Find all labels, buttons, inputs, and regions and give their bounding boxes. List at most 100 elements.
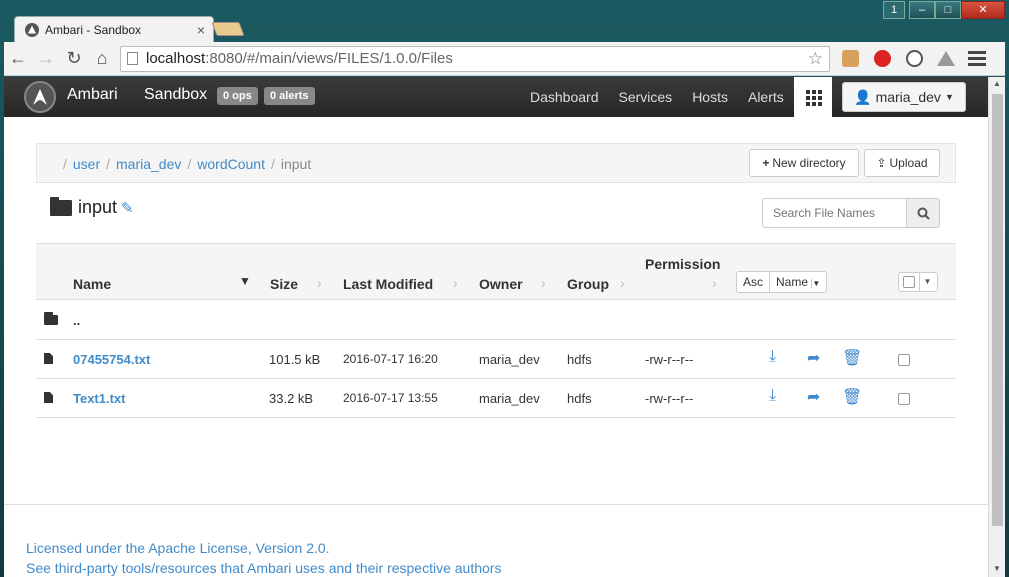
browser-menu-icon[interactable] — [968, 51, 986, 66]
search-button[interactable] — [907, 198, 940, 228]
search-input[interactable] — [762, 198, 907, 228]
url-host: localhost — [146, 50, 206, 67]
table-row[interactable]: Text1.txt 33.2 kB 2016-07-17 13:55 maria… — [36, 379, 956, 418]
ambari-navbar: Ambari Sandbox 0 ops 0 alerts Dashboard … — [4, 77, 988, 117]
folder-icon — [50, 196, 72, 216]
chevron-right-icon[interactable]: › — [541, 275, 546, 291]
nav-dashboard[interactable]: Dashboard — [520, 77, 609, 117]
tab-strip: Ambari - Sandbox × 1 – □ ✕ — [0, 0, 1009, 42]
user-name: maria_dev — [875, 89, 941, 105]
file-icon — [44, 353, 53, 364]
sort-field-button[interactable]: Name ▼ — [769, 272, 826, 292]
cluster-name[interactable]: Sandbox — [144, 86, 207, 104]
views-grid-icon[interactable] — [794, 77, 832, 117]
scrollbar-thumb[interactable] — [992, 94, 1003, 526]
third-party-link[interactable]: See third-party tools/resources that Amb… — [26, 558, 501, 577]
sort-order-button[interactable]: Asc — [737, 272, 769, 292]
extension-icon-1[interactable] — [838, 47, 862, 71]
caret-down-icon[interactable]: ▼ — [919, 273, 935, 291]
chevron-right-icon[interactable]: › — [620, 275, 625, 291]
upload-icon: ⇪ — [876, 156, 887, 170]
row-checkbox[interactable] — [898, 354, 910, 366]
brand-name[interactable]: Ambari — [67, 86, 118, 104]
file-modified: 2016-07-17 13:55 — [343, 391, 438, 405]
move-icon[interactable]: ➦ — [807, 348, 820, 368]
file-group: hdfs — [567, 352, 592, 367]
drive-extension-icon[interactable] — [934, 47, 958, 71]
folder-header: input ✎ — [50, 196, 134, 218]
caret-down-icon: ▼ — [944, 92, 954, 102]
new-directory-label: New directory — [772, 156, 846, 170]
profile-badge[interactable]: 1 — [883, 1, 905, 19]
move-icon[interactable]: ➦ — [807, 387, 820, 407]
breadcrumb-user[interactable]: user — [73, 156, 100, 172]
browser-toolbar: ← → ↻ ⌂ localhost:8080/#/main/views/FILE… — [4, 42, 1005, 76]
footer: Licensed under the Apache License, Versi… — [26, 538, 501, 577]
minimize-icon[interactable]: – — [909, 1, 935, 19]
file-owner: maria_dev — [479, 391, 540, 406]
upload-button[interactable]: ⇪ Upload — [864, 149, 940, 177]
tab-title: Ambari - Sandbox — [45, 22, 142, 37]
chevron-right-icon[interactable]: › — [712, 275, 717, 291]
file-name[interactable]: Text1.txt — [73, 391, 126, 406]
trash-icon[interactable]: 🗑 — [842, 387, 862, 407]
nav-hosts[interactable]: Hosts — [682, 77, 738, 117]
bookmark-star-icon[interactable]: ☆ — [808, 49, 823, 69]
forward-arrow-icon[interactable]: → — [32, 45, 60, 73]
back-arrow-icon[interactable]: ← — [4, 45, 32, 73]
breadcrumb-wordcount[interactable]: wordCount — [197, 156, 265, 172]
table-row[interactable]: 07455754.txt 101.5 kB 2016-07-17 16:20 m… — [36, 340, 956, 379]
url-path: :8080/#/main/views/FILES/1.0.0/Files — [205, 50, 453, 67]
chevron-right-icon[interactable]: › — [317, 275, 322, 291]
nav-alerts[interactable]: Alerts — [738, 77, 794, 117]
edit-icon[interactable]: ✎ — [121, 199, 134, 217]
trash-icon[interactable]: 🗑 — [842, 348, 862, 368]
breadcrumb-maria-dev[interactable]: maria_dev — [116, 156, 181, 172]
col-group[interactable]: Group — [567, 276, 609, 292]
sync-extension-icon[interactable] — [902, 47, 926, 71]
window-controls: – □ ✕ — [909, 1, 1005, 19]
chevron-down-icon[interactable]: ▼ — [239, 274, 251, 288]
ops-badge[interactable]: 0 ops — [217, 87, 258, 105]
adblock-icon[interactable] — [870, 47, 894, 71]
search-box — [762, 198, 940, 228]
download-icon[interactable]: ⤓ — [769, 348, 776, 366]
new-tab-button[interactable] — [211, 22, 245, 36]
file-group: hdfs — [567, 391, 592, 406]
reload-icon[interactable]: ↻ — [60, 45, 88, 73]
search-icon — [917, 207, 930, 220]
select-all-checkbox[interactable] — [903, 276, 915, 288]
tab-close-icon[interactable]: × — [193, 22, 209, 38]
chevron-right-icon[interactable]: › — [453, 275, 458, 291]
maximize-icon[interactable]: □ — [935, 1, 961, 19]
scroll-down-icon[interactable]: ▼ — [993, 564, 1001, 573]
file-owner: maria_dev — [479, 352, 540, 367]
url-text[interactable]: localhost:8080/#/main/views/FILES/1.0.0/… — [146, 50, 808, 67]
close-window-icon[interactable]: ✕ — [961, 1, 1005, 19]
col-last-modified[interactable]: Last Modified — [343, 276, 433, 292]
page-icon — [127, 52, 138, 65]
address-bar[interactable]: localhost:8080/#/main/views/FILES/1.0.0/… — [120, 45, 830, 72]
page-viewport: Ambari Sandbox 0 ops 0 alerts Dashboard … — [4, 77, 988, 577]
license-link[interactable]: Licensed under the Apache License, Versi… — [26, 538, 501, 558]
upload-label: Upload — [889, 156, 928, 170]
row-checkbox[interactable] — [898, 393, 910, 405]
col-size[interactable]: Size — [270, 276, 298, 292]
browser-tab[interactable]: Ambari - Sandbox × — [14, 16, 214, 42]
parent-link[interactable]: .. — [73, 313, 80, 328]
scroll-up-icon[interactable]: ▲ — [993, 79, 1001, 88]
alerts-badge[interactable]: 0 alerts — [264, 87, 315, 105]
ambari-logo-icon[interactable] — [24, 81, 56, 113]
page-scrollbar[interactable]: ▲ ▼ — [988, 77, 1005, 577]
nav-services[interactable]: Services — [609, 77, 683, 117]
col-name[interactable]: Name — [73, 276, 111, 292]
user-menu-button[interactable]: 👤 maria_dev ▼ — [842, 82, 966, 112]
new-directory-button[interactable]: + New directory — [749, 149, 859, 177]
col-permission[interactable]: Permission — [645, 256, 720, 272]
col-owner[interactable]: Owner — [479, 276, 523, 292]
home-icon[interactable]: ⌂ — [88, 45, 116, 73]
select-all-control: ▼ — [898, 272, 938, 292]
file-name[interactable]: 07455754.txt — [73, 352, 150, 367]
parent-directory-row[interactable]: .. — [36, 301, 956, 340]
download-icon[interactable]: ⤓ — [769, 387, 776, 405]
